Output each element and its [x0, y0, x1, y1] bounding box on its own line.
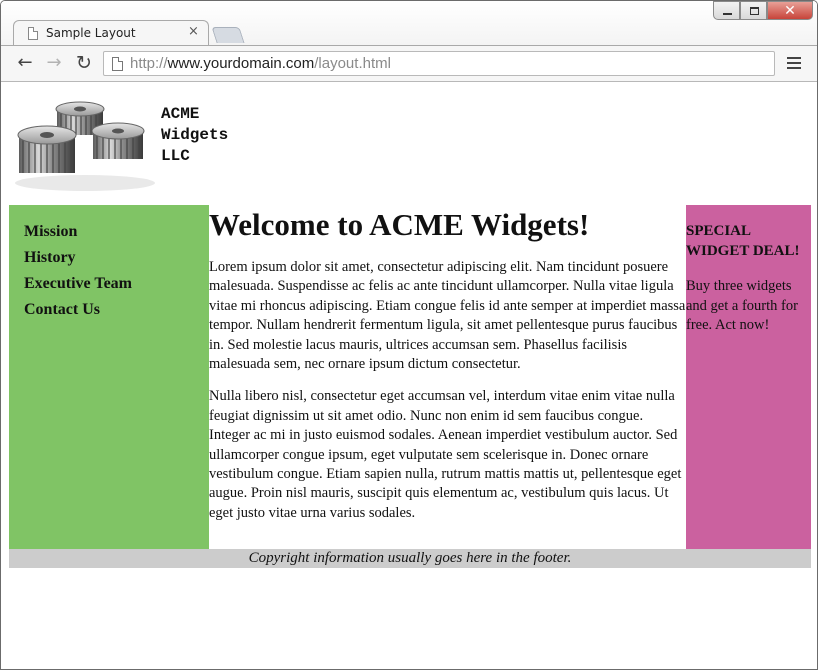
company-logo-text: ACME Widgets LLC: [161, 104, 228, 167]
page-footer: Copyright information usually goes here …: [9, 549, 811, 568]
main-content: Welcome to ACME Widgets! Lorem ipsum dol…: [209, 205, 686, 549]
nav-link-mission[interactable]: Mission: [24, 219, 209, 245]
url-text[interactable]: http://www.yourdomain.com/layout.html: [130, 55, 391, 72]
nav-link-executive-team[interactable]: Executive Team: [24, 271, 209, 297]
browser-toolbar: ← → ↻ http://www.yourdomain.com/layout.h…: [1, 45, 817, 82]
page-viewport: ACME Widgets LLC Mission History Executi…: [1, 83, 817, 669]
maximize-button[interactable]: [740, 1, 767, 20]
title-bar: Sample Layout × ✕: [1, 1, 817, 46]
nav-link-contact-us[interactable]: Contact Us: [24, 297, 209, 323]
logo-line: LLC: [161, 147, 190, 165]
right-sidebar: SPECIAL WIDGET DEAL! Buy three widgets a…: [686, 205, 811, 549]
body-paragraph: Lorem ipsum dolor sit amet, consectetur …: [209, 259, 686, 373]
minimize-button[interactable]: [713, 1, 740, 20]
maximize-icon: [750, 7, 759, 15]
close-icon: ✕: [784, 3, 796, 19]
forward-button[interactable]: →: [43, 52, 65, 74]
gears-logo-icon: [15, 101, 155, 191]
logo-line: ACME: [161, 105, 200, 123]
logo-line: Widgets: [161, 126, 229, 144]
tab-title: Sample Layout: [46, 26, 136, 40]
left-navigation: Mission History Executive Team Contact U…: [9, 205, 209, 549]
address-bar[interactable]: http://www.yourdomain.com/layout.html: [103, 51, 775, 76]
url-host: www.yourdomain.com: [167, 55, 315, 72]
browser-window: Sample Layout × ✕ ← → ↻ http://www.yourd…: [0, 0, 818, 670]
promo-heading: SPECIAL WIDGET DEAL!: [686, 223, 800, 259]
browser-tab[interactable]: Sample Layout ×: [13, 20, 209, 46]
close-window-button[interactable]: ✕: [767, 1, 813, 20]
body-paragraph: Nulla libero nisl, consectetur eget accu…: [209, 388, 682, 521]
back-button[interactable]: ←: [14, 52, 36, 74]
url-path: /layout.html: [314, 55, 391, 72]
document-icon: [28, 27, 38, 40]
site-header: ACME Widgets LLC: [9, 93, 811, 205]
page-icon: [112, 57, 123, 71]
new-tab-button[interactable]: [211, 27, 245, 43]
promo-text: Buy three widgets and get a fourth for f…: [686, 278, 798, 333]
nav-link-history[interactable]: History: [24, 245, 209, 271]
tab-close-icon[interactable]: ×: [188, 24, 199, 39]
hamburger-menu-icon[interactable]: [787, 57, 801, 70]
url-scheme: http://: [130, 55, 168, 72]
minimize-icon: [723, 13, 732, 15]
reload-button[interactable]: ↻: [73, 52, 95, 74]
page-title: Welcome to ACME Widgets!: [209, 207, 590, 242]
